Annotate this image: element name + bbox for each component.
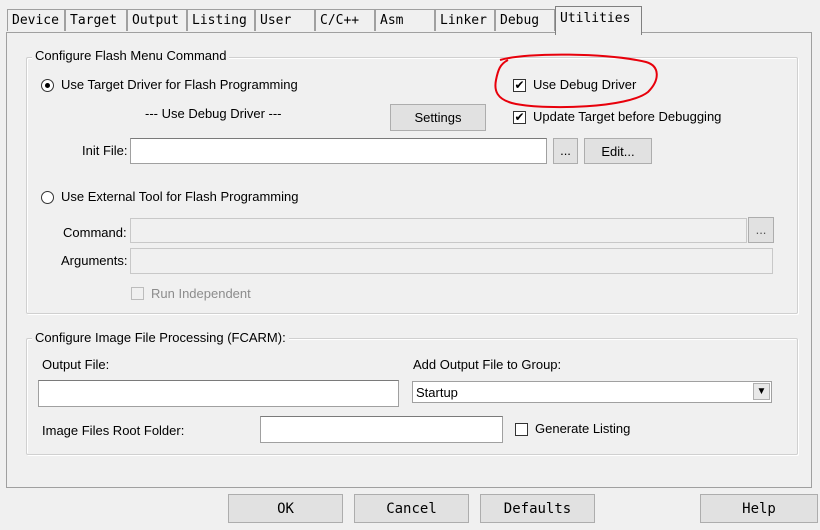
cancel-button[interactable]: Cancel (354, 494, 469, 523)
defaults-button[interactable]: Defaults (480, 494, 595, 523)
driver-selection-text: --- Use Debug Driver --- (145, 106, 282, 121)
arguments-input[interactable] (130, 248, 773, 274)
tab-asm[interactable]: Asm (375, 9, 435, 31)
init-file-browse-button[interactable]: ... (553, 138, 578, 164)
command-label: Command: (63, 225, 127, 240)
generate-listing-label[interactable]: Generate Listing (535, 421, 630, 436)
use-target-driver-label[interactable]: Use Target Driver for Flash Programming (61, 77, 298, 92)
tab-linker[interactable]: Linker (435, 9, 495, 31)
init-file-label: Init File: (82, 143, 128, 158)
chevron-down-icon[interactable]: ▼ (753, 383, 770, 400)
update-target-label[interactable]: Update Target before Debugging (533, 109, 721, 124)
flash-menu-group-title: Configure Flash Menu Command (32, 48, 230, 63)
use-debug-driver-label[interactable]: Use Debug Driver (533, 77, 636, 92)
use-external-tool-radio[interactable] (41, 191, 54, 204)
command-input[interactable] (130, 218, 747, 243)
tab-utilities[interactable]: Utilities (555, 6, 642, 35)
add-output-group-select[interactable]: Startup ▼ (412, 381, 772, 403)
tab-user[interactable]: User (255, 9, 315, 31)
help-button[interactable]: Help (700, 494, 818, 523)
check-mark-icon: ✔ (514, 78, 525, 92)
arguments-label: Arguments: (61, 253, 128, 268)
init-file-input[interactable] (130, 138, 547, 164)
run-independent-label[interactable]: Run Independent (151, 286, 251, 301)
tab-target[interactable]: Target (65, 9, 127, 31)
tab-output[interactable]: Output (127, 9, 187, 31)
ok-button[interactable]: OK (228, 494, 343, 523)
image-processing-group-title: Configure Image File Processing (FCARM): (32, 330, 289, 345)
use-external-tool-label[interactable]: Use External Tool for Flash Programming (61, 189, 298, 204)
run-independent-checkbox[interactable] (131, 287, 144, 300)
update-target-checkbox[interactable]: ✔ (513, 111, 526, 124)
tab-debug[interactable]: Debug (495, 9, 555, 31)
add-output-group-value: Startup (416, 385, 458, 400)
tab-cpp[interactable]: C/C++ (315, 9, 375, 31)
command-browse-button[interactable]: ... (748, 217, 774, 243)
use-target-driver-radio[interactable] (41, 79, 54, 92)
root-folder-label: Image Files Root Folder: (42, 423, 185, 438)
output-file-input[interactable] (38, 380, 399, 407)
flash-menu-group (26, 57, 798, 314)
root-folder-input[interactable] (260, 416, 503, 443)
edit-init-file-button[interactable]: Edit... (584, 138, 652, 164)
tab-device[interactable]: Device (7, 9, 65, 31)
tab-bar: Device Target Output Listing User C/C++ … (0, 0, 820, 35)
add-output-group-label: Add Output File to Group: (413, 357, 562, 372)
check-mark-icon: ✔ (514, 110, 525, 124)
tab-listing[interactable]: Listing (187, 9, 255, 31)
output-file-label: Output File: (42, 357, 110, 372)
settings-button[interactable]: Settings (390, 104, 486, 131)
use-debug-driver-checkbox[interactable]: ✔ (513, 79, 526, 92)
generate-listing-checkbox[interactable] (515, 423, 528, 436)
